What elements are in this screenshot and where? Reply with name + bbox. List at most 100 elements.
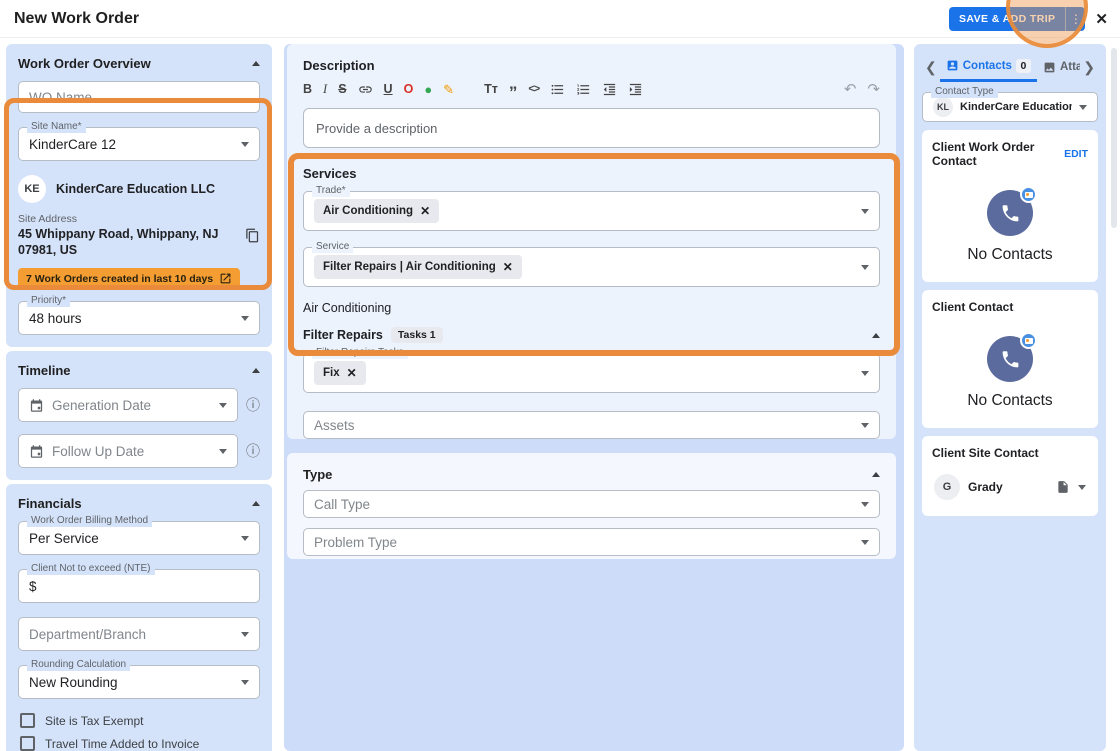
chevron-down-icon [219,448,227,454]
blockquote-icon[interactable]: ” [509,84,518,101]
filter-repairs-tasks-select[interactable]: Filter Repairs Tasks Fix ✕ [303,347,880,393]
page-scrollbar[interactable] [1108,44,1120,751]
rounding-calculation-value: New Rounding [29,674,118,690]
work-orders-history-label: 7 Work Orders created in last 10 days [26,272,214,285]
billing-method-select[interactable]: Work Order Billing Method Per Service [18,515,260,556]
chevron-down-icon[interactable] [1078,484,1086,490]
problem-type-select[interactable]: Problem Type [303,528,880,556]
scrollbar-thumb[interactable] [1111,48,1117,228]
link-icon[interactable] [358,82,373,97]
client-avatar: KE [18,175,46,203]
site-address-value: 45 Whippany Road, Whippany, NJ 07981, US [18,227,219,257]
text-format-icon[interactable]: Tᴛ [484,83,498,96]
person-name: Grady [968,480,1003,494]
bullet-list-icon[interactable] [550,82,565,97]
travel-time-checkbox[interactable] [20,736,35,751]
contact-type-value: KinderCare Education LLC [960,101,1072,113]
red-circle-icon[interactable]: O [404,83,414,96]
chevron-down-icon [861,539,869,545]
trade-select[interactable]: Trade* Air Conditioning ✕ [303,185,880,231]
generation-date-select[interactable]: Generation Date [18,388,238,423]
assets-select[interactable]: Assets [303,411,880,439]
remove-chip-icon[interactable]: ✕ [347,366,357,380]
rounding-calculation-select[interactable]: Rounding Calculation New Rounding [18,659,260,700]
follow-up-date-select[interactable]: Follow Up Date [18,434,238,469]
financials-card: Financials Work Order Billing Method Per… [6,484,272,751]
no-contacts-text: No Contacts [967,246,1053,263]
collapse-financials-icon[interactable] [252,501,260,507]
contacts-tab-icon [946,59,959,72]
collapse-overview-icon[interactable] [252,61,260,66]
timeline-card: Timeline Generation Date ⓘ Follow Up Dat… [6,351,272,481]
tab-attachments[interactable]: Attachm [1037,52,1080,82]
panel-tabs: ❮ Contacts 0 Attachm ❯ [922,52,1098,82]
description-input[interactable]: Provide a description [303,108,880,148]
client-work-order-contact-card: Client Work Order Contact EDIT No Contac… [922,130,1098,282]
info-icon[interactable]: ⓘ [246,398,260,412]
person-avatar: G [934,474,960,500]
left-column: Work Order Overview Site Name* KinderCar… [6,44,272,751]
chevron-down-icon [861,370,869,376]
outdent-icon[interactable] [602,82,617,97]
copy-icon[interactable] [245,228,260,243]
save-add-trip-button[interactable]: SAVE & ADD TRIP [948,6,1066,31]
info-icon[interactable]: ⓘ [246,444,260,458]
filter-repairs-tasks-label: Filter Repairs Tasks [312,347,408,359]
collapse-task-group-icon[interactable] [872,332,880,338]
chevron-down-icon [861,264,869,270]
edit-contact-link[interactable]: EDIT [1064,148,1088,160]
card-title: Client Contact [932,300,1014,314]
type-section-title: Type [303,467,333,482]
site-contact-row[interactable]: G Grady [934,474,1086,500]
tabs-scroll-right-icon[interactable]: ❯ [1080,60,1098,74]
task-chip[interactable]: Fix ✕ [314,361,366,385]
chevron-down-icon [241,315,249,321]
green-dot-icon[interactable]: ● [424,83,432,96]
collapse-type-icon[interactable] [872,472,880,477]
card-title: Client Work Order Contact [932,140,1035,168]
site-name-value: KinderCare 12 [29,136,117,152]
client-site-contact-card: Client Site Contact G Grady [922,436,1098,516]
contact-file-icon[interactable] [1056,480,1070,494]
bold-icon[interactable]: B [303,83,312,96]
assets-placeholder: Assets [314,417,355,433]
remove-chip-icon[interactable]: ✕ [503,260,513,274]
undo-icon[interactable]: ↶ [844,82,857,97]
site-name-label: Site Name* [27,121,86,133]
tab-contacts[interactable]: Contacts 0 [939,52,1037,82]
italic-icon[interactable]: I [323,83,327,96]
contacts-count-badge: 0 [1015,58,1031,73]
wo-name-input[interactable] [18,81,260,113]
trade-chip[interactable]: Air Conditioning ✕ [314,199,440,223]
service-select[interactable]: Service Filter Repairs | Air Conditionin… [303,241,880,287]
services-section-title: Services [303,166,357,181]
service-chip[interactable]: Filter Repairs | Air Conditioning ✕ [314,255,522,279]
remove-chip-icon[interactable]: ✕ [420,204,430,218]
call-type-select[interactable]: Call Type [303,490,880,518]
numbered-list-icon[interactable] [576,82,591,97]
nte-label: Client Not to exceed (NTE) [27,563,155,576]
department-branch-select[interactable]: Department/Branch [18,617,260,652]
indent-icon[interactable] [628,82,643,97]
collapse-timeline-icon[interactable] [252,368,260,374]
tax-exempt-checkbox[interactable] [20,713,35,729]
close-icon[interactable]: ✕ [1093,10,1110,28]
code-icon[interactable]: <> [528,84,540,95]
priority-select[interactable]: Priority* 48 hours [18,295,260,336]
work-orders-history-badge[interactable]: 7 Work Orders created in last 10 days [18,268,241,290]
priority-value: 48 hours [29,310,82,326]
underline-icon[interactable]: U [384,83,393,96]
highlight-pencil-icon[interactable]: ✎ [443,83,454,96]
follow-up-date-placeholder: Follow Up Date [52,443,145,459]
contact-type-select[interactable]: Contact Type KL KinderCare Education LLC [922,86,1098,122]
strikethrough-icon[interactable]: S [338,83,346,96]
description-services-card: Description B I S U O ● ✎ Tᴛ ” <> ↶ ↷ Pr… [287,44,896,469]
more-options-button[interactable]: ⋮ [1065,6,1086,31]
nte-input[interactable]: Client Not to exceed (NTE) $ [18,563,260,604]
redo-icon[interactable]: ↷ [867,82,880,97]
site-name-select[interactable]: Site Name* KinderCare 12 [18,121,260,161]
trade-label: Trade* [312,185,350,197]
tabs-scroll-left-icon[interactable]: ❮ [922,60,940,74]
attachments-tab-label: Attachm [1059,61,1081,73]
chevron-down-icon [219,402,227,408]
